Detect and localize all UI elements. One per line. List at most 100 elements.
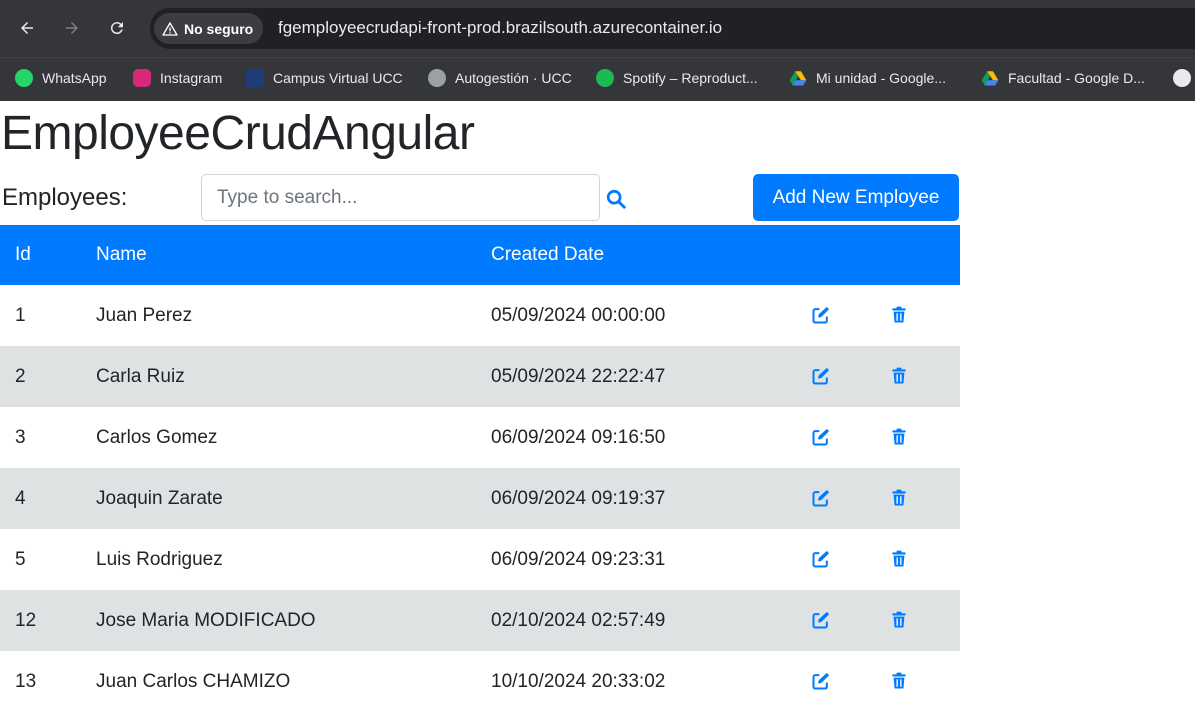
bookmark-label: Spotify – Reproduct... <box>623 70 758 86</box>
edit-button[interactable] <box>811 305 831 325</box>
cell-name: Juan Carlos CHAMIZO <box>96 670 291 692</box>
edit-button[interactable] <box>811 610 831 630</box>
trash-icon <box>892 490 906 506</box>
google-drive-icon <box>789 71 807 86</box>
cell-id: 13 <box>15 670 37 692</box>
campus-icon <box>246 69 264 87</box>
github-icon <box>1173 69 1191 87</box>
delete-button[interactable] <box>889 549 909 569</box>
search-button[interactable] <box>605 188 627 210</box>
table-row: 5 Luis Rodriguez 06/09/2024 09:23:31 <box>0 529 960 590</box>
delete-button[interactable] <box>889 610 909 630</box>
search-input[interactable] <box>201 174 600 221</box>
back-button[interactable] <box>9 10 45 46</box>
cell-edit <box>811 529 889 590</box>
edit-button[interactable] <box>811 549 831 569</box>
delete-button[interactable] <box>889 427 909 447</box>
url-text[interactable]: fgemployeecrudapi-front-prod.brazilsouth… <box>278 18 722 38</box>
spotify-icon <box>596 69 614 87</box>
cell-edit <box>811 346 889 407</box>
search-icon <box>606 189 626 209</box>
bookmark-whatsapp[interactable]: WhatsApp <box>15 58 107 98</box>
trash-icon <box>892 307 906 323</box>
cell-created-date: 02/10/2024 02:57:49 <box>491 590 811 651</box>
cell-edit <box>811 407 889 468</box>
bookmark-facultad[interactable]: Facultad - Google D... <box>981 58 1145 98</box>
bookmark-campus-virtual[interactable]: Campus Virtual UCC <box>246 58 403 98</box>
cell-id: 1 <box>15 304 26 326</box>
back-arrow-icon <box>21 22 33 34</box>
cell-created-date: 05/09/2024 00:00:00 <box>491 304 666 326</box>
cell-edit <box>811 468 889 529</box>
employees-label: Employees: <box>2 184 128 211</box>
cell-delete <box>889 529 960 590</box>
bookmark-spotify[interactable]: Spotify – Reproduct... <box>596 58 758 98</box>
google-drive-icon <box>981 71 999 86</box>
cell-created-date: 06/09/2024 09:16:50 <box>491 426 666 448</box>
bookmark-label: Autogestión · UCC <box>455 70 572 86</box>
cell-name: Carla Ruiz <box>96 346 491 407</box>
bookmark-autogestion[interactable]: Autogestión · UCC <box>428 58 572 98</box>
cell-created-date: 10/10/2024 20:33:02 <box>491 670 666 692</box>
edit-icon <box>812 551 829 568</box>
table-row: 1 Juan Perez 05/09/2024 00:00:00 <box>0 285 960 346</box>
header-created-date: Created Date <box>491 225 811 285</box>
cell-created-date: 05/09/2024 22:22:47 <box>491 346 811 407</box>
edit-button[interactable] <box>811 671 831 691</box>
cell-created-date: 06/09/2024 09:19:37 <box>491 468 811 529</box>
bookmarks-bar: WhatsApp Instagram Campus Virtual UCC Au… <box>0 57 1195 101</box>
warning-icon <box>162 21 178 36</box>
cell-id: 2 <box>0 346 96 407</box>
page-title: EmployeeCrudAngular <box>1 107 475 160</box>
cell-name: Joaquin Zarate <box>96 468 491 529</box>
edit-icon <box>812 429 829 446</box>
table-row: 2 Carla Ruiz 05/09/2024 22:22:47 <box>0 346 960 407</box>
forward-button[interactable] <box>54 10 90 46</box>
delete-button[interactable] <box>889 671 909 691</box>
reload-button[interactable] <box>99 10 135 46</box>
edit-icon <box>812 612 829 629</box>
header-id: Id <box>0 225 96 285</box>
delete-button[interactable] <box>889 488 909 508</box>
edit-button[interactable] <box>811 366 831 386</box>
cell-edit <box>811 285 889 346</box>
cell-name: Luis Rodriguez <box>96 548 223 570</box>
cell-delete <box>889 346 960 407</box>
header-name: Name <box>96 225 491 285</box>
security-chip[interactable]: No seguro <box>154 13 264 44</box>
globe-icon <box>428 69 446 87</box>
bookmark-label: WhatsApp <box>42 70 107 86</box>
trash-icon <box>892 368 906 384</box>
delete-button[interactable] <box>889 366 909 386</box>
cell-edit <box>811 590 889 651</box>
cell-delete <box>889 590 960 651</box>
cell-edit <box>811 651 889 712</box>
delete-button[interactable] <box>889 305 909 325</box>
trash-icon <box>892 551 906 567</box>
trash-icon <box>892 612 906 628</box>
cell-name: Carlos Gomez <box>96 426 218 448</box>
edit-button[interactable] <box>811 427 831 447</box>
edit-button[interactable] <box>811 488 831 508</box>
table-row: 3 Carlos Gomez 06/09/2024 09:16:50 <box>0 407 960 468</box>
table-row: 12 Jose Maria MODIFICADO 02/10/2024 02:5… <box>0 590 960 651</box>
add-employee-button[interactable]: Add New Employee <box>753 174 959 221</box>
bookmark-github[interactable] <box>1173 58 1191 98</box>
cell-id: 5 <box>15 548 26 570</box>
cell-id: 4 <box>0 468 96 529</box>
whatsapp-icon <box>15 69 33 87</box>
bookmark-label: Instagram <box>160 70 223 86</box>
bookmark-mi-unidad[interactable]: Mi unidad - Google... <box>789 58 946 98</box>
header-edit <box>811 225 889 285</box>
trash-icon <box>892 673 906 689</box>
employees-table: Id Name Created Date 1 Juan Perez 05/09/… <box>0 225 960 712</box>
security-label: No seguro <box>184 20 254 37</box>
cell-name: Juan Perez <box>96 304 193 326</box>
cell-id: 12 <box>0 590 96 651</box>
bookmark-instagram[interactable]: Instagram <box>133 58 222 98</box>
cell-delete <box>889 285 960 346</box>
cell-delete <box>889 407 960 468</box>
bookmark-label: Facultad - Google D... <box>1008 70 1145 86</box>
trash-icon <box>892 429 906 445</box>
edit-icon <box>812 368 829 385</box>
